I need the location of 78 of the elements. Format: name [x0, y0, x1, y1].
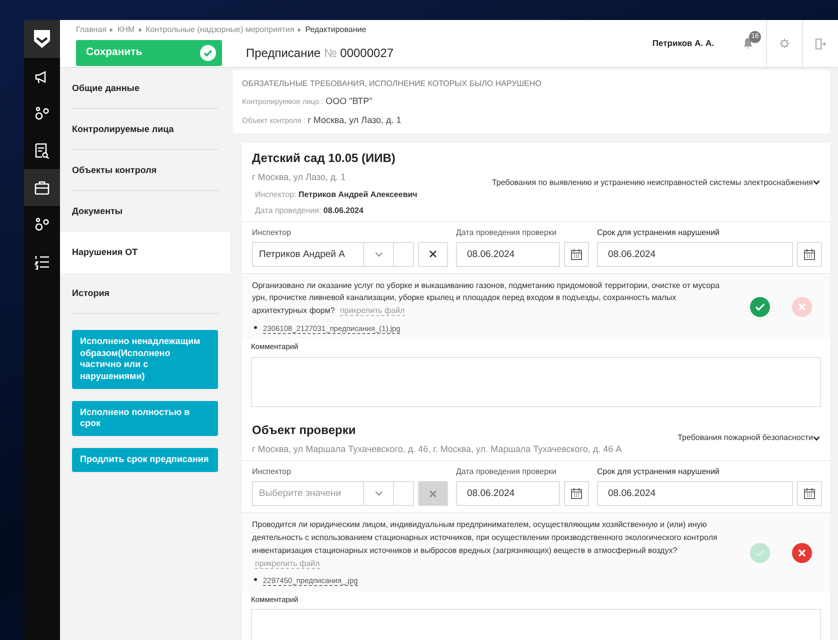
user-name: Петриков А. А.: [652, 37, 714, 50]
bullet-icon: [254, 326, 257, 329]
check-button[interactable]: [750, 543, 770, 564]
select-addon: [394, 481, 414, 506]
requirements-dropdown[interactable]: Требования пожарной безопасности: [678, 432, 820, 444]
calendar-icon: [571, 248, 582, 260]
close-icon: [429, 490, 437, 498]
bell-icon: [743, 37, 753, 50]
section-title: ОБЯЗАТЕЛЬНЫЕ ТРЕБОВАНИЯ, ИСПОЛНЕНИЕ КОТОРЫХ БЫЛО НАРУШЕНО: [242, 78, 542, 90]
breadcrumb-link[interactable]: Редактирование: [305, 25, 366, 34]
gears-icon: [34, 106, 50, 122]
nav-tab[interactable]: Общие данные: [60, 68, 230, 109]
breadcrumb-separator-icon: [138, 28, 142, 32]
object-title: Объект проверки: [252, 422, 357, 439]
field-label: Срок для устранения нарушений: [597, 466, 721, 478]
inspector-select-field[interactable]: Петриков Андрей А: [252, 242, 364, 266]
field-label: Инспектор: [252, 466, 292, 478]
document-title: Предписание № 00000027: [246, 45, 394, 62]
caret-icon: [813, 180, 820, 186]
field-label: Инспектор: [252, 226, 292, 238]
close-icon: [798, 303, 806, 312]
dropdown-toggle-button[interactable]: [364, 481, 394, 506]
close-icon: [429, 250, 437, 258]
dropdown-toggle-button[interactable]: [364, 242, 394, 266]
nav-tab[interactable]: Нарушения ОТ: [60, 232, 230, 273]
calendar-icon: [804, 488, 815, 500]
object-address: г Москва, ул Маршала Тухачевского, д. 46, г. Москва, ул. Маршала Тухачевского, д. 46 А: [252, 442, 622, 456]
date-field[interactable]: 08.06.2024: [597, 242, 793, 266]
check-icon: [755, 303, 765, 312]
document-search-icon: [34, 142, 50, 158]
nav-tab[interactable]: Документы: [60, 191, 230, 232]
close-icon: [798, 549, 806, 558]
nav-tab[interactable]: Контролируемые лица: [60, 109, 230, 150]
field-label: Дата проведения проверки: [456, 226, 558, 238]
check-icon: [755, 549, 765, 558]
breadcrumb-separator-icon: [298, 28, 302, 32]
object-detail: Дата проведения: 08.06.2024: [254, 204, 364, 216]
object-title: Детский сад 10.05 (ИИВ): [252, 150, 396, 167]
settings-icon: [779, 38, 790, 49]
caret-icon: [813, 436, 820, 441]
object-address: г Москва, ул Лазо, д. 1: [252, 171, 347, 184]
breadcrumb-separator-icon: [110, 28, 114, 32]
calendar-button[interactable]: [797, 242, 822, 266]
logout-icon: [815, 38, 826, 50]
cross-button[interactable]: [792, 543, 812, 564]
chevron-icon: [374, 252, 382, 256]
field-label: Дата проведения проверки: [456, 466, 558, 478]
nav-tab[interactable]: История: [60, 273, 230, 314]
clear-button[interactable]: [418, 242, 448, 266]
shield-logo-icon: [33, 29, 51, 49]
question-text: Проводится ли юридическим лицом, индивидуальным предпринимателем, осуществляющим хозяйственную и (или) иную деятельность с использованием стационарных источников, при осуществлении производственного экологического контроля инвентаризация стационарных источников и выбросов вредных (загрязняющих) веществ в атмосферный воздух? прикрепить файл: [252, 519, 718, 570]
date-field[interactable]: 08.06.2024: [456, 481, 560, 506]
calendar-button[interactable]: [564, 242, 589, 266]
numbered-list-icon: [34, 254, 50, 270]
date-field[interactable]: 08.06.2024: [456, 242, 560, 266]
breadcrumb-link[interactable]: КНМ: [117, 25, 135, 34]
comment-field[interactable]: [251, 356, 821, 407]
calendar-button[interactable]: [564, 481, 589, 506]
calendar-icon: [804, 248, 815, 260]
field-label: Срок для устранения нарушений: [597, 226, 721, 238]
breadcrumb-link[interactable]: Главная: [76, 25, 106, 34]
nav-tab[interactable]: Объекты контроля: [60, 150, 230, 191]
question-text: Организовано ли оказание услуг по уборке и выкашиванию газонов, подметанию придомовой территории, очистке от мусора урн, прочистке ливневой канализации, уборке крылец и площадок перед входом в подъезды, сохранность малых архитектурных форм? прикрепить файл: [252, 280, 721, 318]
gears-icon: [34, 216, 50, 232]
bullet-icon: [254, 578, 257, 582]
chevron-icon: [374, 491, 382, 496]
inspector-select-field[interactable]: Выберите значени: [252, 481, 364, 506]
breadcrumb-link[interactable]: Контрольные (надзорные) мероприятия: [146, 25, 294, 34]
check-button[interactable]: [750, 297, 770, 318]
sidebar-icon-button[interactable]: [24, 169, 60, 206]
calendar-button[interactable]: [797, 481, 822, 506]
calendar-icon: [571, 488, 582, 500]
check-icon: [200, 45, 216, 61]
requirements-dropdown[interactable]: Требования по выявлению и устранению неисправностей системы электроснабжения: [492, 176, 820, 189]
date-field[interactable]: 08.06.2024: [597, 481, 793, 506]
select-addon: [394, 242, 414, 266]
briefcase-icon: [34, 180, 50, 196]
object-detail: Инспектор: Петриков Андрей Алексеевич: [254, 188, 418, 200]
